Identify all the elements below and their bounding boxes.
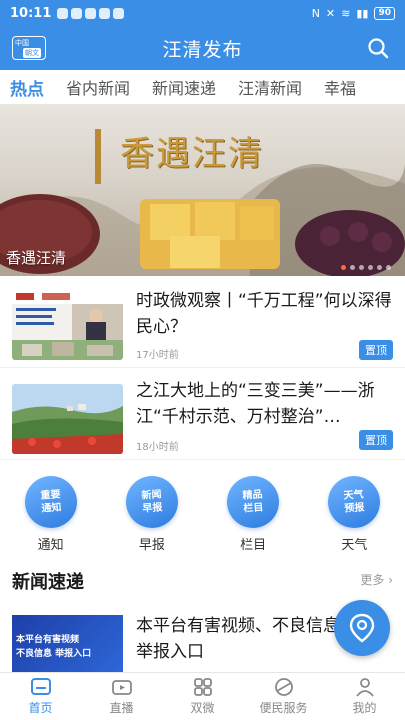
news-time: 18小时前 [136,442,179,453]
battery-icon: 90 [374,6,395,20]
news-headline: 时政微观察丨“千万工程”何以深得民心？ [136,291,392,337]
wifi-icon: ≋ [341,6,351,20]
carousel-indicator [341,265,391,270]
logo-text-top: 中国 [15,39,29,47]
page-title: 汪清发布 [162,38,243,61]
quick-label: 天气 [341,538,368,553]
nav-label: 首页 [28,701,53,715]
section-title: 新闻速递 [12,572,84,593]
quick-weather[interactable]: 天气 预报 天气 [319,470,389,553]
nfc-icon: N [311,6,320,20]
banner-caption: 香遇汪清 [6,249,67,267]
tab-hot[interactable]: 热点 [10,75,44,100]
channel-tabs: 热点 省内新闻 新闻速递 汪清新闻 幸福 [0,70,405,104]
app-logo[interactable]: 中国 朝文 [12,36,46,60]
tabs-fade [365,70,405,104]
status-app-icons [57,7,125,19]
carousel-dot [359,265,364,270]
news-thumbnail: 本平台有害视频 不良信息 举报入口 [12,615,123,677]
logo-text-bottom: 朝文 [23,48,41,58]
mute-icon: ✕ [325,6,336,20]
nav-label: 直播 [109,701,134,715]
nav-live[interactable]: 直播 [81,673,162,720]
quick-morning-news[interactable]: 新闻 早报 早报 [117,470,187,553]
status-time: 10:11 [10,5,52,21]
tab-happiness[interactable]: 幸福 [324,75,356,99]
carousel-dot [368,265,373,270]
more-label: 更多 [360,573,385,587]
status-right: N ✕ ≋ ▮▮ 90 [311,6,395,20]
quick-entries: 重要 通知 通知 新闻 早报 早报 精品 栏目 栏目 天气 预报 天气 [0,470,405,553]
tab-wangqing-news[interactable]: 汪清新闻 [238,75,302,99]
more-link[interactable]: 更多 › [360,571,393,588]
news-thumbnail [12,384,123,454]
pinned-badge: 置顶 [359,430,393,450]
nav-label: 便民服务 [259,701,308,715]
columns-icon: 精品 栏目 [225,474,281,530]
quick-label: 栏目 [240,538,267,553]
news-time: 17小时前 [136,350,179,361]
quick-notice[interactable]: 重要 通知 通知 [16,470,86,553]
notice-icon: 重要 通知 [22,474,79,530]
news-headline: 之江大地上的“三变三美”——浙江“千村示范、万村整治”… [136,381,375,427]
news-thumbnail [12,290,123,360]
morning-news-icon: 新闻 早报 [124,474,180,530]
chevron-right-icon: › [388,573,393,587]
search-icon[interactable] [367,37,389,59]
location-fab[interactable] [334,600,390,656]
nav-mine[interactable]: 我的 [324,673,405,720]
news-item[interactable]: 之江大地上的“三变三美”——浙江“千村示范、万村整治”… 18小时前 置顶 [0,368,405,460]
carousel-dot [377,265,382,270]
bottom-nav: 首页 直播 双微 便民服务 我的 [0,672,405,720]
tab-province-news[interactable]: 省内新闻 [66,75,130,99]
status-bar: 10:11 N ✕ ≋ ▮▮ 90 [0,0,405,26]
home-icon [30,678,51,695]
nav-dual-micro[interactable]: 双微 [162,673,243,720]
tab-news-express[interactable]: 新闻速递 [152,75,216,99]
weather-icon: 天气 预报 [326,474,383,530]
quick-columns[interactable]: 精品 栏目 栏目 [218,470,288,553]
nav-services[interactable]: 便民服务 [243,673,324,720]
app-header: 中国 朝文 汪清发布 [0,26,405,70]
carousel-dot [341,265,346,270]
carousel-dot [386,265,391,270]
nav-home[interactable]: 首页 [0,673,81,720]
grid-icon [193,678,212,696]
service-icon [274,678,293,696]
pinned-badge: 置顶 [359,340,393,360]
location-pin-icon [349,613,375,643]
news-headline: 本平台有害视频、不良信息举报入口 [136,616,340,662]
news-item[interactable]: 时政微观察丨“千万工程”何以深得民心？ 17小时前 置顶 [0,278,405,368]
quick-label: 早报 [138,538,165,553]
nav-label: 双微 [190,701,215,715]
banner-art-title: 香遇汪清 [120,134,264,174]
user-icon [355,678,374,697]
signal-icon: ▮▮ [356,6,369,20]
banner-carousel[interactable]: 香遇汪清 香遇汪清 [0,104,405,276]
carousel-dot [350,265,355,270]
quick-label: 通知 [37,538,64,553]
nav-label: 我的 [352,701,377,715]
live-icon [111,680,132,695]
